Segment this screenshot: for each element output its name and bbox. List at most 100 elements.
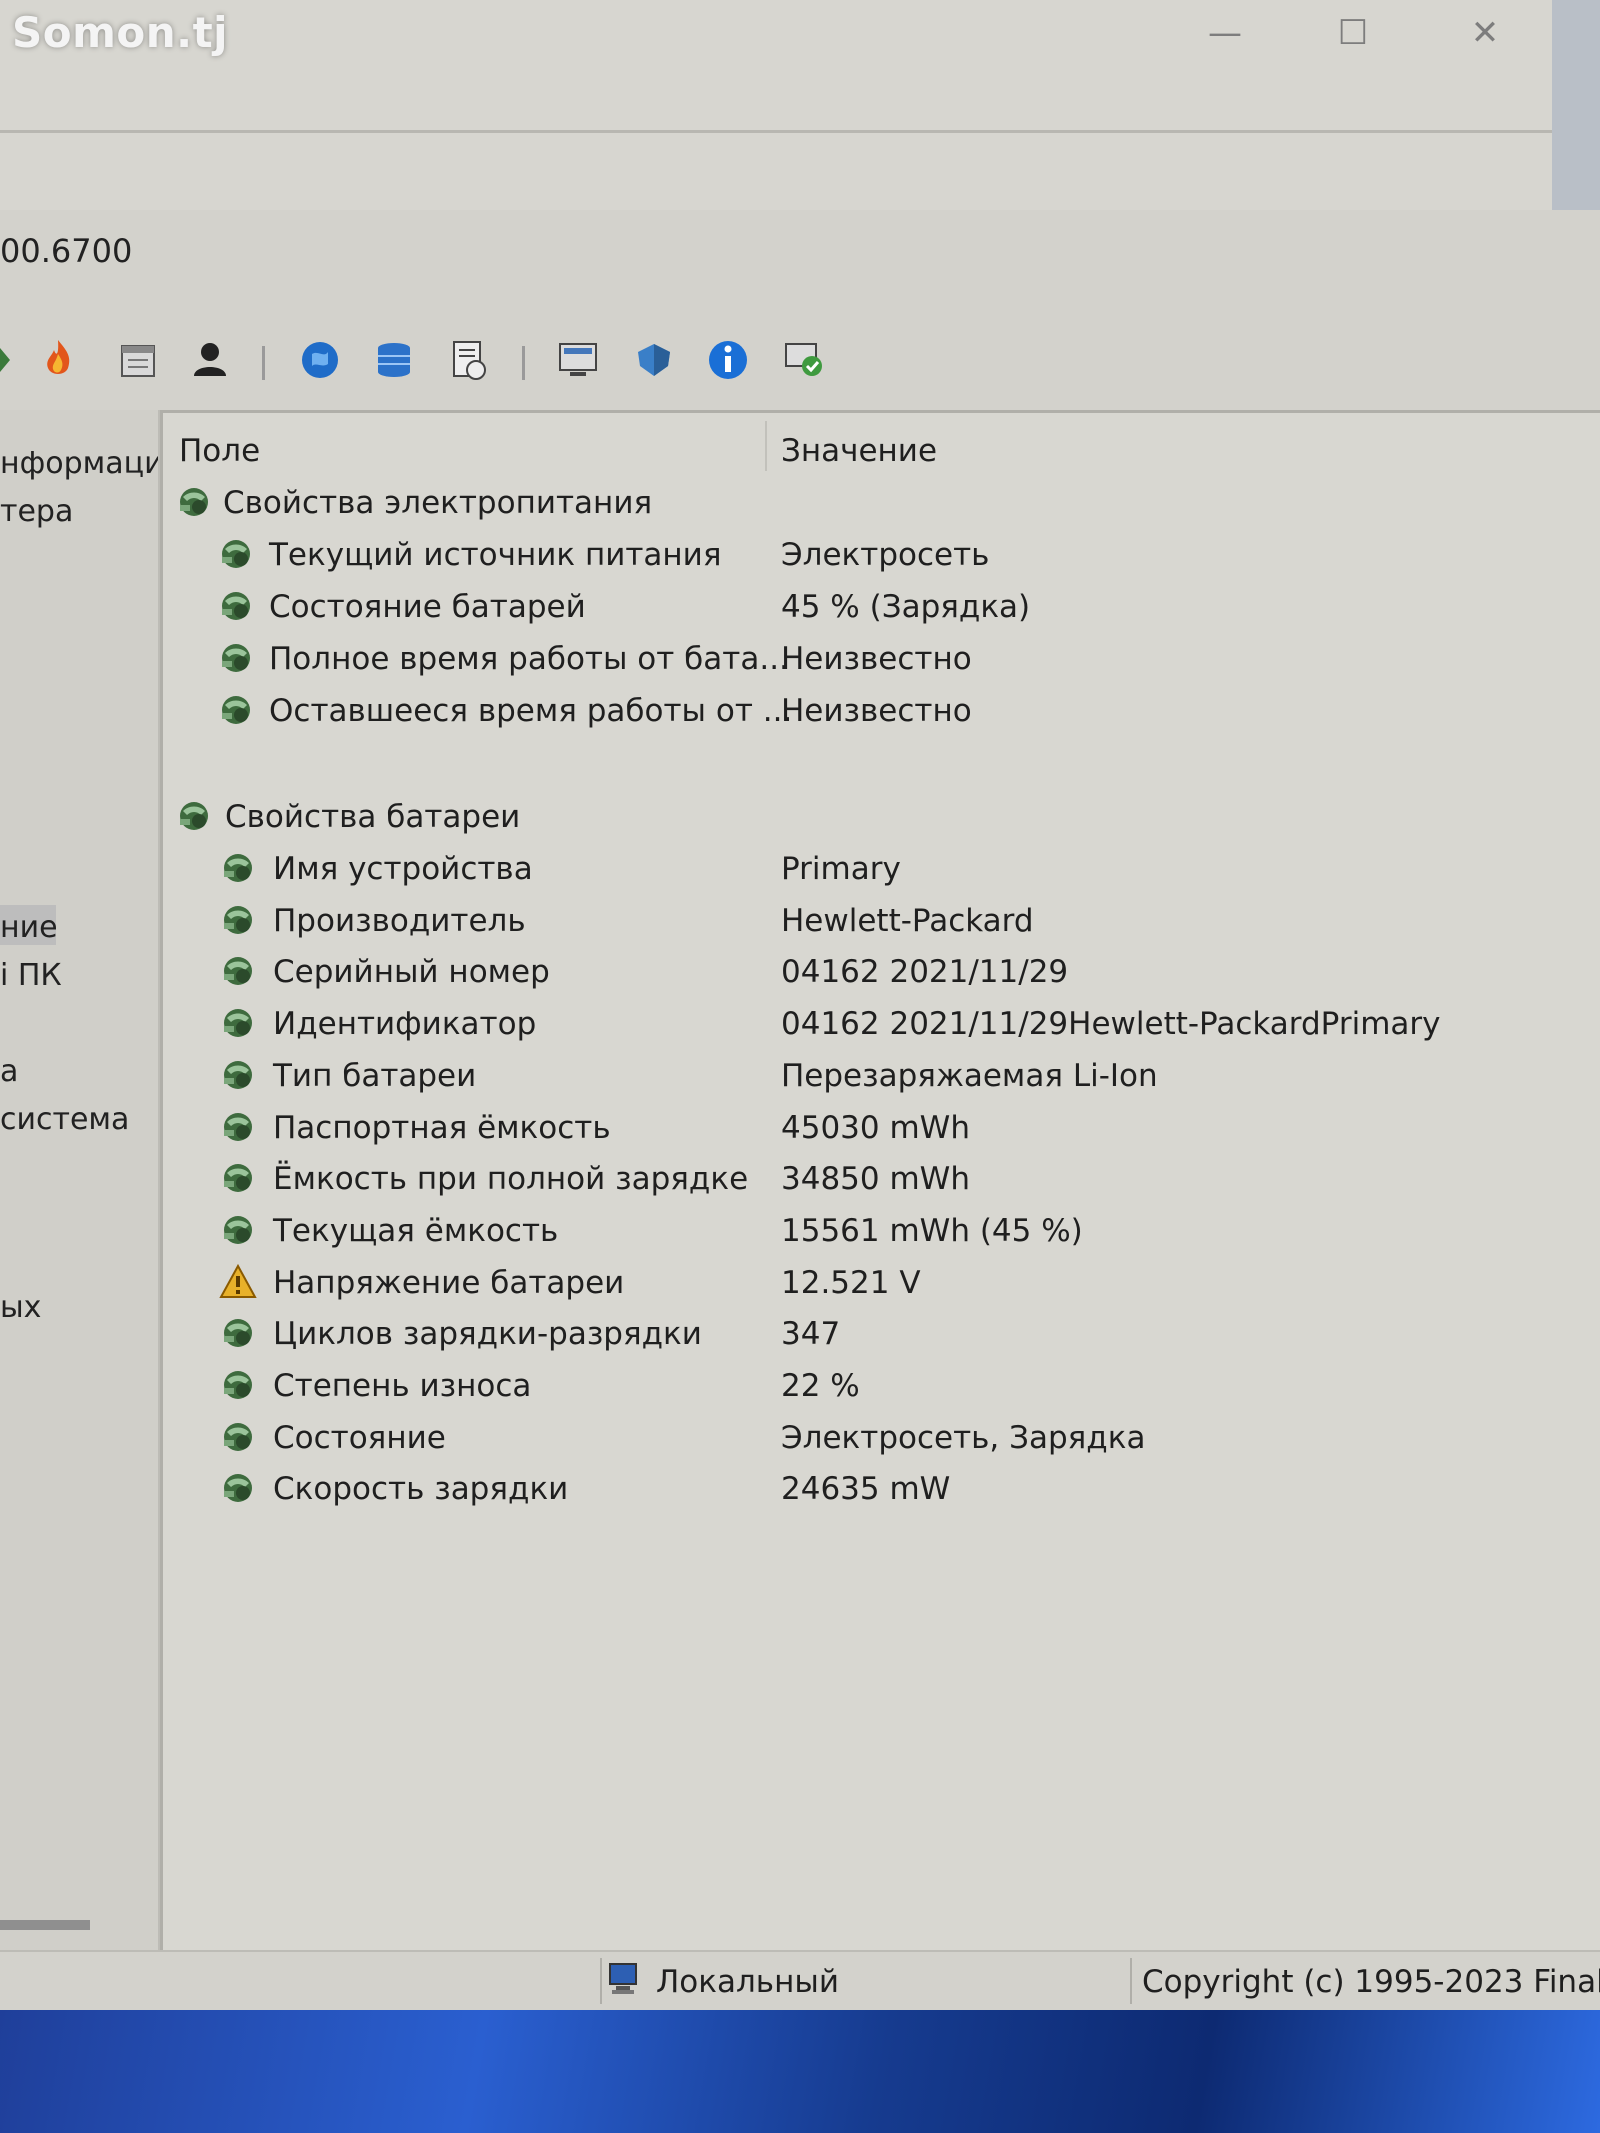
close-button[interactable]: ✕ (1460, 8, 1510, 58)
battery-icon (224, 1060, 252, 1089)
toolbar-separator (522, 346, 525, 380)
column-header-value[interactable]: Значение (781, 433, 937, 469)
column-header-field[interactable]: Поле (179, 433, 260, 469)
battery-icon (224, 957, 252, 986)
row-field: Полное время работы от бата... (269, 641, 789, 677)
row-value: 15561 mWh (45 %) (781, 1212, 1083, 1249)
nav-item[interactable]: ых (0, 1290, 41, 1325)
row-field: Состояние (273, 1419, 446, 1456)
row-value: 34850 mWh (781, 1161, 970, 1198)
computer-icon (609, 1963, 637, 1994)
row-field: Циклов зарядки-разрядки (273, 1316, 702, 1353)
toolbar-separator (262, 346, 265, 380)
row-value: 45 % (Зарядка) (781, 589, 1031, 625)
minimize-button[interactable]: — (1200, 8, 1250, 58)
row-field: Паспортная ёмкость (273, 1109, 611, 1146)
battery-icon (222, 540, 250, 568)
report-icon[interactable] (442, 334, 494, 386)
table-row[interactable]: Имя устройства Primary (163, 843, 1600, 893)
status-separator (1130, 1958, 1132, 2004)
nav-item[interactable]: і ПК (0, 958, 62, 993)
battery-icon (224, 1319, 252, 1348)
row-value: Неизвестно (781, 693, 972, 729)
monitor-icon[interactable] (552, 334, 604, 386)
table-row[interactable]: Текущий источник питания Электросеть (163, 529, 1600, 579)
table-row[interactable]: Циклов зарядки-разрядки 347 (163, 1308, 1600, 1358)
user-icon[interactable] (184, 334, 236, 386)
group-header-battery[interactable]: Свойства батареи (163, 791, 1600, 841)
background-window (0, 0, 1552, 210)
flame-icon[interactable] (32, 334, 84, 386)
table-row[interactable]: Полное время работы от бата... Неизвестно (163, 633, 1600, 683)
nav-item[interactable]: система (0, 1102, 129, 1137)
table-row[interactable]: Состояние батарей 45 % (Зарядка) (163, 581, 1600, 631)
warning-icon (219, 1263, 257, 1298)
row-value: 347 (781, 1316, 841, 1353)
row-value: Перезаряжаемая Li-Ion (781, 1057, 1158, 1094)
battery-icon (224, 1474, 252, 1503)
row-field: Свойства электропитания (223, 485, 653, 521)
nav-item[interactable]: а (0, 1054, 18, 1089)
benchmark-icon[interactable] (778, 334, 830, 386)
row-value: Неизвестно (781, 641, 972, 677)
status-copyright: Copyright (c) 1995-2023 FinalWi (1142, 1964, 1600, 2000)
table-row[interactable]: Текущая ёмкость 15561 mWh (45 %) (163, 1205, 1600, 1255)
table-row[interactable]: Серийный номер 04162 2021/11/29 (163, 946, 1600, 996)
status-local-label: Локальный (656, 1964, 839, 2000)
table-row[interactable]: Производитель Hewlett-Packard (163, 895, 1600, 945)
desktop-wallpaper (0, 2010, 1600, 2133)
refresh-icon[interactable] (0, 334, 32, 386)
row-field: Идентификатор (273, 1006, 537, 1043)
battery-icon (224, 854, 252, 882)
battery-icon (222, 592, 250, 620)
nav-scrollbar[interactable] (0, 1920, 90, 1930)
background-window-divider (0, 130, 1552, 133)
row-field: Имя устройства (273, 851, 533, 887)
table-row[interactable]: Оставшееся время работы от ... Неизвестно (163, 685, 1600, 735)
status-bar: Локальный Copyright (c) 1995-2023 FinalW… (0, 1950, 1600, 2012)
row-field: Серийный номер (273, 954, 550, 991)
row-value: Primary (781, 851, 901, 887)
about-icon[interactable] (702, 334, 754, 386)
nav-item-selected[interactable]: ние (0, 910, 58, 945)
row-value: 04162 2021/11/29 (781, 954, 1069, 991)
column-separator[interactable] (765, 421, 767, 471)
table-row[interactable]: Паспортная ёмкость 45030 mWh (163, 1102, 1600, 1152)
shield-icon[interactable] (628, 334, 680, 386)
background-window-edge (1552, 0, 1600, 210)
row-field: Степень износа (273, 1368, 532, 1404)
battery-icon (224, 1215, 252, 1244)
row-value: Hewlett-Packard (781, 902, 1034, 939)
table-row[interactable]: Степень износа 22 % (163, 1360, 1600, 1410)
row-value: Электросеть (781, 537, 990, 573)
row-field: Ёмкость при полной зарядке (273, 1161, 749, 1198)
nav-pane: нформаци тера ние і ПК а система ых (0, 410, 161, 1950)
battery-icon (224, 1112, 252, 1141)
watermark: Somon.tj (12, 8, 229, 57)
nav-item[interactable]: нформаци (0, 446, 158, 481)
battery-icon (222, 696, 250, 724)
battery-icon (224, 905, 252, 934)
table-row[interactable]: Ёмкость при полной зарядке 34850 mWh (163, 1153, 1600, 1203)
battery-icon (224, 1422, 252, 1451)
row-field: Свойства батареи (225, 799, 521, 835)
row-field: Тип батареи (273, 1057, 477, 1094)
row-field: Скорость зарядки (273, 1471, 569, 1508)
database-icon[interactable] (368, 334, 420, 386)
network-icon[interactable] (294, 334, 346, 386)
maximize-button[interactable]: ☐ (1328, 8, 1378, 58)
table-row[interactable]: Напряжение батареи 12.521 V (163, 1257, 1600, 1307)
row-field: Текущая ёмкость (273, 1212, 559, 1249)
row-value: 45030 mWh (781, 1109, 970, 1146)
group-header-power[interactable]: Свойства электропитания (163, 477, 1600, 527)
table-row[interactable]: Тип батареи Перезаряжаемая Li-Ion (163, 1050, 1600, 1100)
battery-icon (180, 488, 208, 516)
scheduler-icon[interactable] (112, 334, 164, 386)
battery-icon (224, 1371, 252, 1399)
nav-item[interactable]: тера (0, 494, 73, 529)
table-row[interactable]: Идентификатор 04162 2021/11/29Hewlett-Pac… (163, 998, 1600, 1048)
table-row[interactable]: Состояние Электросеть, Зарядка (163, 1412, 1600, 1462)
battery-icon (180, 802, 208, 830)
table-row[interactable]: Скорость зарядки 24635 mW (163, 1463, 1600, 1513)
row-field: Производитель (273, 902, 526, 939)
